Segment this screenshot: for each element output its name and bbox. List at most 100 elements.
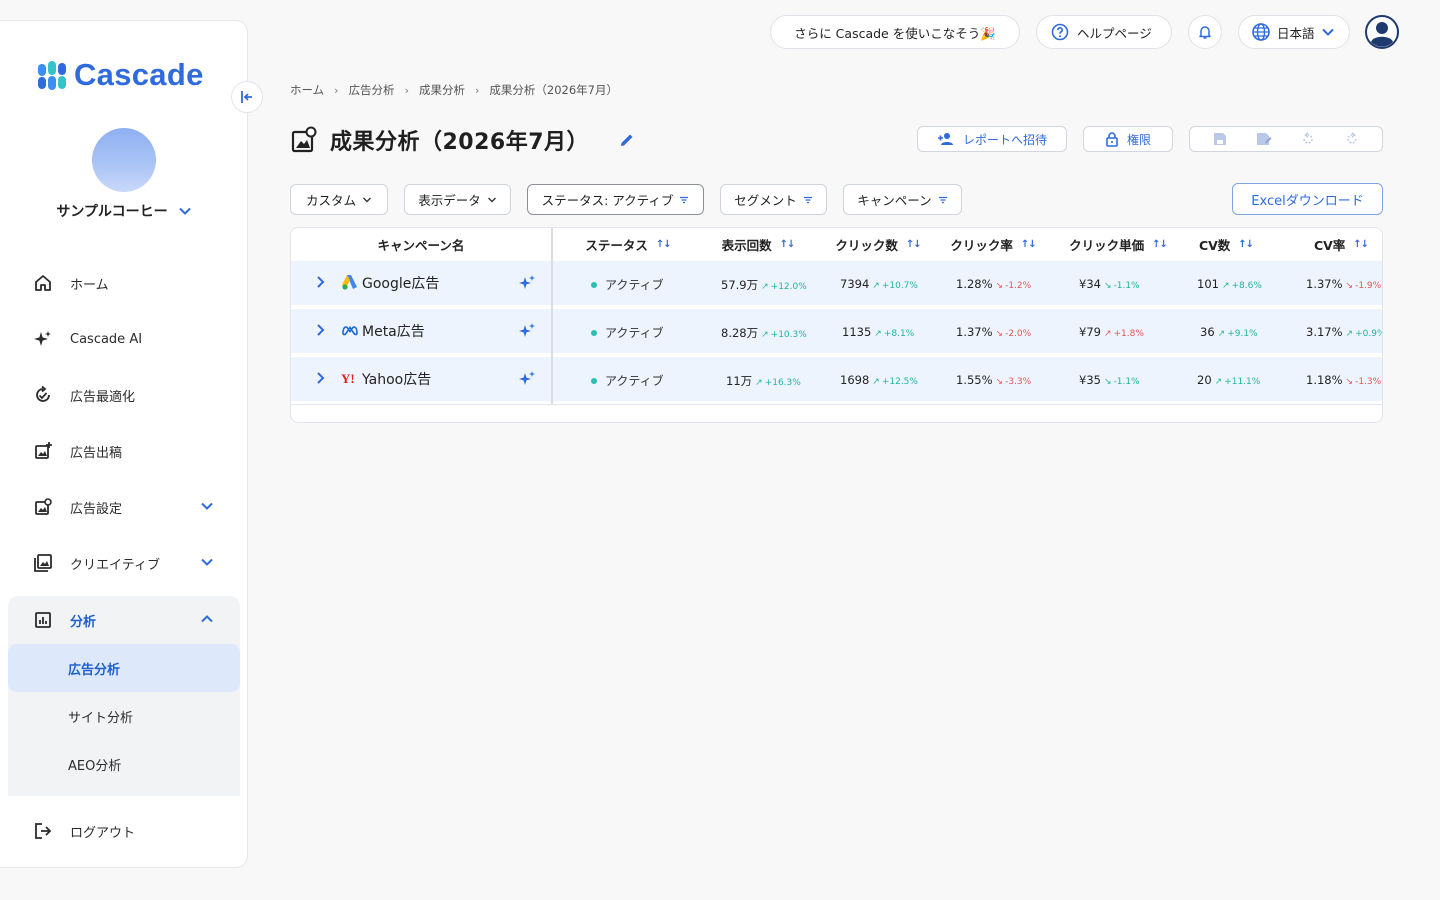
chevron-right-icon: › <box>404 83 409 97</box>
sidebar-collapse-button[interactable] <box>231 81 263 113</box>
breadcrumb: ホーム › 広告分析 › 成果分析 › 成果分析（2026年7月） <box>290 82 618 98</box>
header-cvr: CV率 ↑↓ <box>1291 228 1382 261</box>
nav-post[interactable]: 広告出稿 <box>8 427 240 475</box>
nav-logout[interactable]: ログアウト <box>8 807 240 855</box>
status-text: アクティブ <box>605 278 664 292</box>
user-avatar-icon[interactable] <box>1365 15 1399 49</box>
ai-sparkle-icon[interactable] <box>518 370 536 388</box>
campaign-name[interactable]: Google広告 <box>362 273 439 293</box>
chevron-down-icon <box>363 197 371 202</box>
table-row[interactable]: Meta広告 アクティブ 8.28万 ↗ +10.3% 1135 ↗ +8.1% 1… <box>291 309 1382 353</box>
chevron-right-icon: › <box>474 83 480 97</box>
invite-to-report-button[interactable]: レポートへ招待 <box>917 126 1067 152</box>
impressions-cell: 57.9万 ↗ +12.0% <box>721 277 807 293</box>
nav-post-label: 広告出稿 <box>70 445 123 461</box>
nav-site-analysis[interactable]: サイト分析 <box>8 692 240 740</box>
status-filter[interactable]: ステータス: アクティブ <box>527 184 704 215</box>
header-ctr: クリック率 ↑↓ <box>933 228 1053 261</box>
help-button[interactable]: ヘルプページ <box>1036 15 1172 49</box>
delta-value: +11.1% <box>1224 377 1261 387</box>
ai-sparkle-icon[interactable] <box>518 322 536 340</box>
delta-down: ↘ -1.1% <box>1103 281 1140 291</box>
sort-icon[interactable]: ↑↓ <box>906 239 922 250</box>
delta-value: -1.3% <box>1355 377 1382 387</box>
status-cell: アクティブ <box>591 324 664 341</box>
chevron-right-icon[interactable] <box>313 323 327 337</box>
nav-ad-analysis[interactable]: 広告分析 <box>8 644 240 692</box>
ctr-cell: 1.28% ↘ -1.2% <box>956 277 1031 291</box>
impressions-value: 57.9万 <box>721 278 759 292</box>
active-dot-icon <box>591 377 597 384</box>
chevron-right-icon[interactable] <box>313 371 327 385</box>
ctr-cell: 1.37% ↘ -2.0% <box>956 325 1031 339</box>
logo-text: Cascade <box>74 57 204 92</box>
cpc-cell: ¥34 ↘ -1.1% <box>1079 277 1140 291</box>
cv-value: 20 <box>1197 373 1212 387</box>
delta-up: ↗ +12.0% <box>761 282 807 292</box>
cv-cell: 101 ↗ +8.6% <box>1197 277 1262 291</box>
table-row[interactable]: Google広告 アクティブ 57.9万 ↗ +12.0% 7394 ↗ +10.7… <box>291 261 1382 305</box>
nav-home[interactable]: ホーム <box>8 259 240 307</box>
sort-icon[interactable]: ↑↓ <box>1021 239 1037 250</box>
nav-aeo-analysis[interactable]: AEO分析 <box>8 740 240 788</box>
ai-sparkle-icon[interactable] <box>518 274 536 292</box>
notifications-button[interactable] <box>1188 15 1222 49</box>
segment-filter-label: セグメント <box>734 193 797 208</box>
nav-creative[interactable]: クリエイティブ <box>8 539 240 587</box>
campaign-name[interactable]: Yahoo広告 <box>362 369 431 389</box>
nav-analysis[interactable]: 分析 <box>8 596 240 644</box>
account-switcher[interactable]: サンプルコーヒー <box>0 201 248 221</box>
save-icon[interactable] <box>1208 127 1232 151</box>
breadcrumb-ad-analysis[interactable]: 広告分析 <box>349 82 395 98</box>
edit-pencil-icon[interactable] <box>619 132 635 148</box>
delta-value: +10.7% <box>881 281 918 291</box>
nav-cascade-ai[interactable]: Cascade AI <box>8 315 240 363</box>
nav-ai-label: Cascade AI <box>70 331 143 347</box>
nav-optimize[interactable]: 広告最適化 <box>8 371 240 419</box>
clicks-cell: 1698 ↗ +12.5% <box>840 373 918 387</box>
undo-icon[interactable] <box>1296 127 1320 151</box>
delta-value: -3.3% <box>1005 377 1032 387</box>
account-avatar <box>92 128 156 192</box>
table-row[interactable]: Y! Yahoo広告 アクティブ 11万 ↗ +16.3% 1698 ↗ +12.5… <box>291 357 1382 401</box>
nav-logout-label: ログアウト <box>70 825 136 841</box>
delta-value: +8.1% <box>883 329 915 339</box>
logo[interactable]: Cascade <box>37 57 204 93</box>
promo-button[interactable]: さらに Cascade を使いこなそう🎉 <box>770 15 1020 49</box>
settings-icon <box>32 496 54 518</box>
sort-icon[interactable]: ↑↓ <box>656 239 672 250</box>
delta-value: -1.1% <box>1113 281 1140 291</box>
delta-down: ↘ -1.1% <box>1103 377 1140 387</box>
save-as-icon[interactable] <box>1252 127 1276 151</box>
delta-value: -2.0% <box>1005 329 1032 339</box>
chevron-down-icon <box>487 197 496 202</box>
campaign-name[interactable]: Meta広告 <box>362 321 425 341</box>
chevron-down-icon <box>201 502 213 510</box>
delta-down: ↘ -3.3% <box>995 377 1032 387</box>
redo-icon[interactable] <box>1340 127 1364 151</box>
display-data-filter[interactable]: 表示データ <box>404 184 511 215</box>
excel-download-button[interactable]: Excelダウンロード <box>1232 183 1383 215</box>
campaign-filter[interactable]: キャンペーン <box>843 184 962 215</box>
campaign-filter-label: キャンペーン <box>857 193 932 208</box>
header-clicks-label: クリック数 <box>835 238 898 253</box>
chevron-right-icon: › <box>334 83 339 97</box>
chevron-right-icon[interactable] <box>313 275 327 289</box>
segment-filter[interactable]: セグメント <box>720 184 827 215</box>
sort-icon[interactable]: ↑↓ <box>780 239 796 250</box>
sort-icon[interactable]: ↑↓ <box>1353 239 1369 250</box>
breadcrumb-home[interactable]: ホーム <box>290 82 324 98</box>
sort-icon[interactable]: ↑↓ <box>1238 239 1254 250</box>
breadcrumb-results[interactable]: 成果分析 <box>419 82 465 98</box>
permission-button[interactable]: 権限 <box>1083 126 1173 152</box>
invite-label: レポートへ招待 <box>962 132 1047 147</box>
delta-value: +10.3% <box>770 330 807 340</box>
sort-icon[interactable]: ↑↓ <box>1152 239 1168 250</box>
post-icon <box>32 440 54 462</box>
language-selector[interactable]: 日本語 <box>1238 15 1350 49</box>
custom-filter[interactable]: カスタム <box>290 184 388 215</box>
header-campaign: キャンペーン名 <box>291 228 551 261</box>
breadcrumb-current: 成果分析（2026年7月） <box>489 83 618 97</box>
cv-value: 101 <box>1197 277 1219 291</box>
nav-settings[interactable]: 広告設定 <box>8 483 240 531</box>
